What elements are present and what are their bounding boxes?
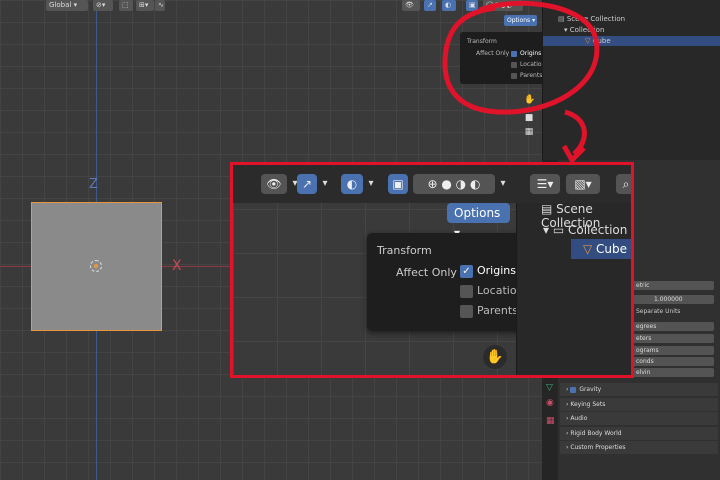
texture-tab-icon[interactable]: ▦ xyxy=(546,416,555,426)
snap-target-icon[interactable]: ⊞▾ xyxy=(136,0,154,11)
search-icon[interactable]: ⌕ xyxy=(616,174,631,194)
origins-label: Origins xyxy=(477,264,516,277)
xray-icon[interactable]: ▣ xyxy=(466,0,478,11)
options-button[interactable]: Options ▾ xyxy=(447,203,510,240)
material-tab-icon[interactable]: ◉ xyxy=(546,398,554,408)
audio-section[interactable]: › Audio xyxy=(560,412,718,425)
options-button-small[interactable]: Options ▾ xyxy=(504,15,537,26)
collapse-arrow-icon: ▾ ▭ xyxy=(543,223,568,237)
mesh-icon: ▽ xyxy=(585,37,593,45)
time-value: conds xyxy=(636,358,654,365)
keying-sets-label: Keying Sets xyxy=(570,401,606,408)
xray-icon[interactable]: ▣ xyxy=(388,174,408,194)
options-label-small: Options xyxy=(507,17,531,24)
scene-collection-label: Scene Collection xyxy=(566,15,626,23)
popup-title-small: Transform xyxy=(467,38,497,45)
outliner-collection[interactable]: ▾ Collection xyxy=(564,26,604,34)
snap-icon[interactable]: ⊘▾ xyxy=(93,0,113,11)
header-toolbar: Global ▾ ⊘▾ ⬚ ⊞▾ ∿ 👁 ↗ ◐ ▣ ◯●◑◐ xyxy=(0,0,542,12)
zoomed-cube[interactable]: ▽ Cube xyxy=(583,242,627,256)
parents-checkbox[interactable]: Parents xyxy=(460,304,518,318)
collection-label: Collection xyxy=(568,223,628,237)
orientation-dropdown[interactable]: Global ▾ xyxy=(46,0,88,11)
rigid-body-world-section[interactable]: › Rigid Body World xyxy=(560,427,718,440)
checkbox-icon xyxy=(460,284,473,298)
parents-checkbox-small[interactable]: Parents xyxy=(511,72,542,79)
separate-units-label: Separate Units xyxy=(636,308,681,315)
x-axis-label: X xyxy=(172,258,182,274)
display-mode-icon[interactable]: ☰▾ xyxy=(530,174,560,194)
zoomed-outliner-header: ☰▾ ▧▾ ⌕ xyxy=(516,165,631,203)
shading-mode-icons[interactable]: ⊕ ● ◑ ◐ xyxy=(413,174,495,194)
checkbox-checked-icon xyxy=(511,50,517,57)
zoomed-toolbar: 👁 ▾ ↗ ▾ ◐ ▾ ▣ ⊕ ● ◑ ◐ ▾ xyxy=(233,165,516,203)
outliner-scene-collection[interactable]: ▤ Scene Collection xyxy=(558,15,625,23)
scene-collection-icon: ▤ xyxy=(558,15,567,23)
collection-label: Collection xyxy=(569,26,605,34)
parents-label: Parents xyxy=(477,304,518,317)
keying-sets-section[interactable]: › Keying Sets xyxy=(560,398,718,411)
hand-pan-icon-small[interactable]: ✋ xyxy=(524,95,535,105)
gizmo-icon[interactable]: ↗ xyxy=(424,0,436,11)
gravity-label: Gravity xyxy=(579,386,602,393)
chevron-down-icon[interactable]: ▾ xyxy=(495,174,511,194)
custom-properties-label: Custom Properties xyxy=(570,444,626,451)
origins-checkbox-small[interactable]: Origins xyxy=(511,50,541,57)
outliner-panel xyxy=(542,0,720,160)
snap-toggle-icon[interactable]: ⬚ xyxy=(119,0,133,11)
visibility-icon[interactable]: 👁 xyxy=(261,174,287,194)
zoomed-callout: 👁 ▾ ↗ ▾ ◐ ▾ ▣ ⊕ ● ◑ ◐ ▾ Options ▾ Transf… xyxy=(230,162,634,378)
chevron-down-icon[interactable]: ▾ xyxy=(363,174,379,194)
mesh-icon: ▽ xyxy=(583,242,597,256)
checkmark-icon: ✓ xyxy=(460,264,473,278)
visibility-icon[interactable]: 👁 xyxy=(402,0,420,11)
affect-only-label-small: Affect Only xyxy=(476,50,510,57)
filter-icon[interactable]: ▧▾ xyxy=(566,174,600,194)
rotation-value: egrees xyxy=(636,323,657,330)
shading-icons[interactable]: ◯●◑◐ xyxy=(483,0,523,11)
options-label: Options xyxy=(454,206,501,220)
overlay-icon[interactable]: ◐ xyxy=(341,174,363,194)
separate-units-checkbox[interactable]: Separate Units xyxy=(636,308,680,315)
hand-pan-icon[interactable]: ✋ xyxy=(483,345,507,369)
rigid-body-world-label: Rigid Body World xyxy=(570,430,622,437)
checkbox-icon xyxy=(460,304,473,318)
length-value: eters xyxy=(636,335,652,342)
checkbox-icon xyxy=(511,61,517,68)
proportional-icon[interactable]: ∿ xyxy=(155,0,165,11)
object-data-tab-icon[interactable]: ▽ xyxy=(546,383,553,393)
checkbox-icon xyxy=(511,72,517,79)
checkbox-checked-icon xyxy=(570,386,577,393)
cube-label: Cube xyxy=(596,242,628,256)
grid-view-icon-small[interactable]: ▦ xyxy=(524,127,534,137)
origins-label-small: Origins xyxy=(520,50,542,57)
outliner-cube-row[interactable]: ▽ Cube xyxy=(543,36,720,46)
custom-properties-section[interactable]: › Custom Properties xyxy=(560,441,718,454)
audio-label: Audio xyxy=(570,415,588,422)
chevron-down-icon[interactable]: ▾ xyxy=(317,174,333,194)
unit-scale-value: 1.000000 xyxy=(654,296,683,303)
scene-collection-icon: ▤ xyxy=(541,202,557,216)
origins-checkbox[interactable]: ✓ Origins xyxy=(460,264,516,278)
z-axis-label: Z xyxy=(89,177,98,192)
temperature-value: elvin xyxy=(636,369,651,376)
orientation-label: Global xyxy=(49,1,72,9)
gizmo-icon[interactable]: ↗ xyxy=(297,174,317,194)
overlay-icon[interactable]: ◐ xyxy=(442,0,456,11)
mass-value: ograms xyxy=(636,347,659,354)
parents-label-small: Parents xyxy=(520,72,543,79)
zoomed-collection[interactable]: ▾ ▭ Collection xyxy=(543,223,627,237)
cube-label: Cube xyxy=(592,37,611,45)
unit-system-value: etric xyxy=(636,282,650,289)
affect-only-label: Affect Only xyxy=(396,266,457,279)
popup-title: Transform xyxy=(377,244,432,257)
gravity-section[interactable]: › Gravity xyxy=(560,383,718,396)
camera-icon-small[interactable]: ■ xyxy=(524,113,534,123)
object-origin-icon[interactable] xyxy=(90,260,102,272)
